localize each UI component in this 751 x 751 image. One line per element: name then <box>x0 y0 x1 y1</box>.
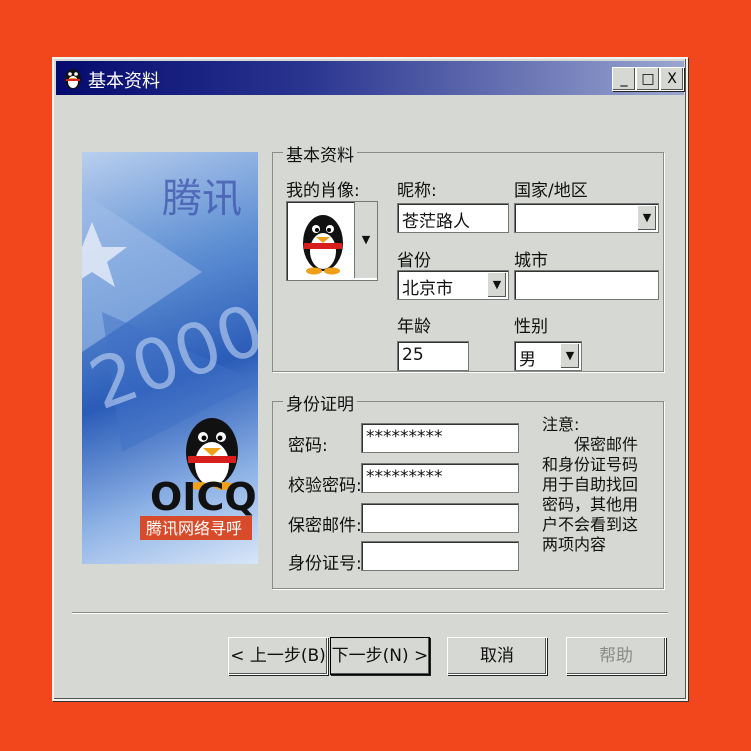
cancel-button[interactable]: 取消 <box>447 637 547 675</box>
city-label: 城市 <box>514 251 548 271</box>
help-button[interactable]: 帮助 <box>566 637 666 675</box>
note-body: 保密邮件和身份证号码用于自助找回密码，其他用户不会看到这两项内容 <box>542 435 639 554</box>
close-button[interactable]: X <box>660 67 684 91</box>
country-label: 国家/地区 <box>514 181 588 201</box>
prev-button[interactable]: < 上一步(B) <box>228 637 328 675</box>
banner-brand: OICQ <box>150 475 257 519</box>
gender-dropdown-arrow-icon[interactable]: ▼ <box>560 343 580 369</box>
minimize-button[interactable]: _ <box>612 67 636 91</box>
secret-email-input[interactable] <box>361 503 519 533</box>
oicq-banner: 腾讯 2000 OICQ 腾讯网络寻呼 <box>82 152 258 564</box>
maximize-button[interactable]: □ <box>636 67 660 91</box>
nickname-label: 昵称: <box>397 181 437 201</box>
basic-info-label: 基本资料 <box>283 141 357 166</box>
divider <box>72 612 668 614</box>
note-text: 注意: 保密邮件和身份证号码用于自助找回密码，其他用户不会看到这两项内容 <box>542 415 652 555</box>
identity-label: 身份证明 <box>283 390 357 415</box>
penguin-avatar-icon <box>303 215 343 275</box>
note-title: 注意: <box>542 415 580 434</box>
window-title: 基本资料 <box>88 71 160 92</box>
password-label: 密码: <box>288 436 328 456</box>
next-button[interactable]: 下一步(N) > <box>330 637 430 675</box>
secret-email-label: 保密邮件: <box>288 516 362 536</box>
id-number-label: 身份证号: <box>288 554 362 574</box>
gender-value: 男 <box>519 350 536 370</box>
id-number-input[interactable] <box>361 541 519 571</box>
country-dropdown-arrow-icon[interactable]: ▼ <box>637 205 657 231</box>
age-input[interactable]: 25 <box>397 341 469 371</box>
password-input[interactable]: ********* <box>361 423 519 453</box>
city-input[interactable] <box>514 270 659 300</box>
banner-art: 腾讯 2000 OICQ 腾讯网络寻呼 <box>82 176 258 540</box>
province-value: 北京市 <box>402 279 453 299</box>
profile-window: 基本资料 _ □ X 腾讯 2000 OICQ 腾讯网络寻呼 基本资料 我的肖像… <box>52 57 688 701</box>
penguin-icon <box>65 69 81 89</box>
avatar-label: 我的肖像: <box>286 181 360 201</box>
avatar-picker[interactable]: ▼ <box>286 201 378 281</box>
age-label: 年龄 <box>397 317 431 337</box>
banner-heading: 腾讯 <box>162 176 242 222</box>
confirm-password-input[interactable]: ********* <box>361 463 519 493</box>
province-dropdown-arrow-icon[interactable]: ▼ <box>487 272 507 298</box>
gender-label: 性别 <box>514 317 548 337</box>
nickname-input[interactable]: 苍茫路人 <box>397 203 509 233</box>
avatar-dropdown-arrow-icon[interactable]: ▼ <box>354 202 377 278</box>
title-bar[interactable]: 基本资料 _ □ X <box>56 61 684 95</box>
confirm-password-label: 校验密码: <box>288 476 362 496</box>
province-label: 省份 <box>397 251 431 271</box>
banner-slogan: 腾讯网络寻呼 <box>146 519 242 538</box>
